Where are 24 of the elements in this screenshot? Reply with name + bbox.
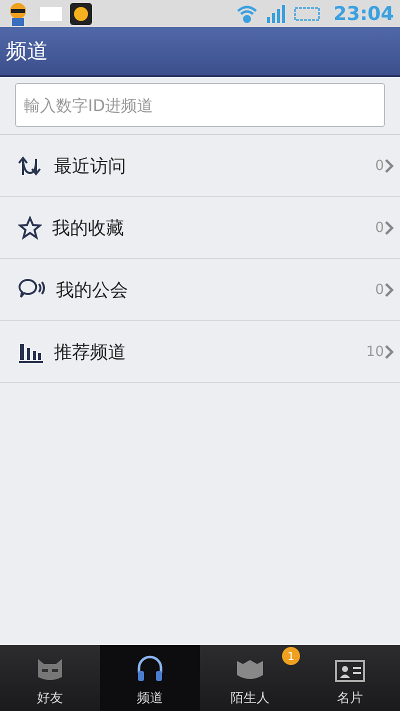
star-icon <box>18 216 42 240</box>
chevron-icon <box>384 282 394 298</box>
list-item[interactable]: 我的公会 0 <box>0 259 400 321</box>
list-item[interactable]: 推荐频道 10 <box>0 321 400 383</box>
battery-icon <box>294 6 320 22</box>
sun-icon <box>70 2 92 24</box>
tab[interactable]: 频道 <box>100 645 200 711</box>
status-time: 23:04 <box>334 2 394 24</box>
chevron-icon <box>384 344 394 360</box>
headphones-icon <box>135 653 165 683</box>
contact-card-icon <box>335 659 365 683</box>
wifi-icon <box>236 4 258 24</box>
tab[interactable]: 陌生人 1 <box>200 645 300 711</box>
tab[interactable]: 名片 <box>300 645 400 711</box>
signal-icon <box>266 4 286 22</box>
list-item[interactable]: 我的收藏 0 <box>0 197 400 259</box>
list-item[interactable]: 最近访问 0 <box>0 135 400 197</box>
search-field[interactable]: 輸入数字ID进频道 <box>15 83 385 127</box>
notification-badge: 1 <box>282 647 300 665</box>
mail-icon <box>40 6 62 20</box>
chevron-icon <box>384 220 394 236</box>
window-title: 频道 <box>6 38 48 65</box>
tab[interactable]: 好友 <box>0 645 100 711</box>
chevron-icon <box>384 158 394 174</box>
